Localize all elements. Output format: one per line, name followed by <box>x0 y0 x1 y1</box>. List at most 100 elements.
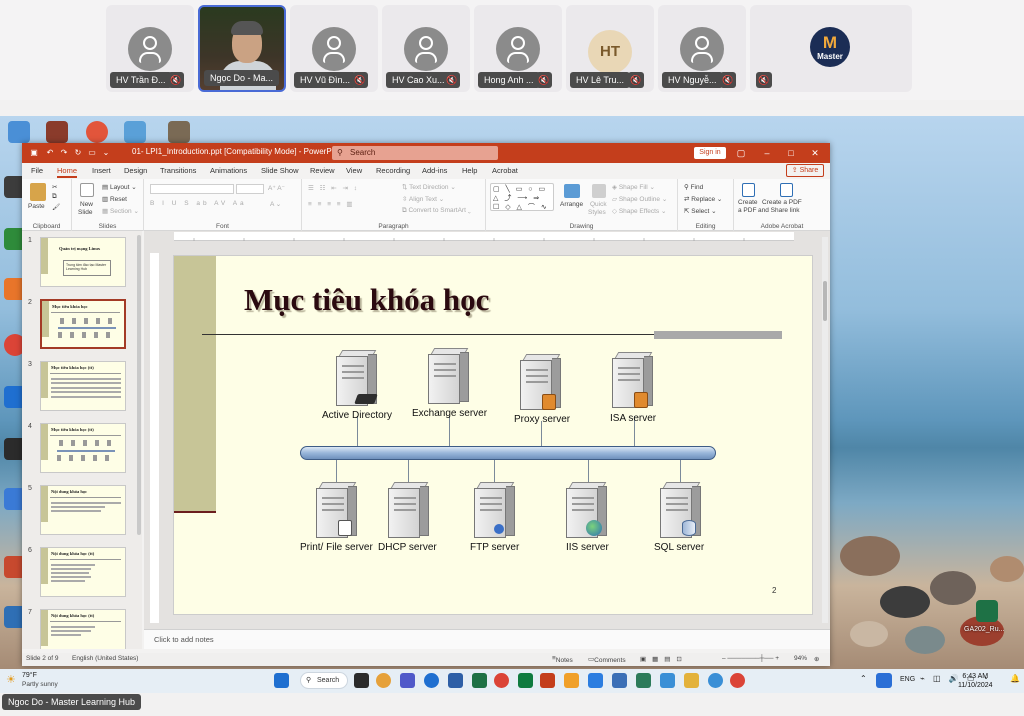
participant-tile[interactable]: HV Nguyễ... 🔇 <box>658 5 746 92</box>
shape-outline-button[interactable]: ▱ Shape Outline ⌄ <box>612 195 667 203</box>
word-icon[interactable] <box>448 673 463 688</box>
create-pdf-icon[interactable] <box>742 183 755 197</box>
cut-icon[interactable]: ✂ <box>52 183 57 191</box>
tab-file[interactable]: File <box>31 166 43 175</box>
excel-icon[interactable] <box>472 673 487 688</box>
chrome-icon[interactable] <box>730 673 745 688</box>
tab-transitions[interactable]: Transitions <box>160 166 196 175</box>
shapes-gallery[interactable]: ▢ ╲ ▭ ○ ▭ △ ⤴ ⟶ ⇒ ☐ ◇ △ ⌒ ∿ { } ☆ <box>490 183 554 211</box>
list-buttons[interactable]: ☰ ☷ ⇤ ⇥ ↕ <box>308 184 359 192</box>
ribbon-display-icon[interactable]: ▢ <box>734 146 748 160</box>
app-icon[interactable] <box>708 673 723 688</box>
tab-recording[interactable]: Recording <box>376 166 410 175</box>
shape-fill-button[interactable]: ◈ Shape Fill ⌄ <box>612 183 655 191</box>
teams-icon[interactable] <box>400 673 415 688</box>
quick-styles-button[interactable]: Styles <box>588 209 606 216</box>
view-buttons[interactable]: ▣▦▤⊡ <box>640 655 688 663</box>
slide-thumbnail[interactable]: Quản trị mạng Linux Trung tâm đào tạo Ma… <box>40 237 126 287</box>
taskbar-search[interactable]: ⚲ Search <box>300 672 348 689</box>
network-icon[interactable] <box>124 121 146 143</box>
chrome-icon[interactable] <box>494 673 509 688</box>
powerpoint-icon[interactable] <box>540 673 555 688</box>
app-icon[interactable] <box>86 121 108 143</box>
excel-file-icon[interactable] <box>976 600 998 622</box>
participant-tile[interactable]: HT HV Lê Tru... 🔇 <box>566 5 654 92</box>
tray-overflow-icon[interactable]: ⌃ <box>860 674 867 683</box>
select-button[interactable]: ⇱ Select ⌄ <box>684 207 717 215</box>
customize-icon[interactable]: ⌄ <box>100 147 112 159</box>
tab-insert[interactable]: Insert <box>92 166 111 175</box>
app-icon[interactable] <box>376 673 391 688</box>
maximize-icon[interactable]: □ <box>784 146 798 160</box>
fit-slide-icon[interactable]: ⊕ <box>814 655 819 663</box>
task-view-icon[interactable] <box>354 673 369 688</box>
app-icon[interactable] <box>564 673 579 688</box>
app-icon[interactable] <box>612 673 627 688</box>
create-share-icon[interactable] <box>780 183 793 197</box>
slide-thumbnail[interactable]: Nội dung khóa học (tt) <box>40 609 126 649</box>
sign-in-button[interactable]: Sign in <box>694 147 726 159</box>
save-icon[interactable]: ▣ <box>28 147 40 159</box>
font-color-icon[interactable]: A ⌄ <box>270 200 281 208</box>
shape-effects-button[interactable]: ◇ Shape Effects ⌄ <box>612 207 666 215</box>
tab-animations[interactable]: Animations <box>210 166 247 175</box>
font-size-select[interactable] <box>236 184 264 194</box>
present-icon[interactable]: ▭ <box>86 147 98 159</box>
slide-thumbnail[interactable]: Nội dung khóa học (tt) <box>40 547 126 597</box>
participant-tile[interactable]: HV Vũ Đìn... 🔇 <box>290 5 378 92</box>
edge-icon[interactable] <box>424 673 439 688</box>
current-slide[interactable]: Mục tiêu khóa học Active Directory Excha… <box>173 255 813 615</box>
vscode-icon[interactable] <box>588 673 603 688</box>
clock[interactable]: 6:43 AM 11/10/2024 <box>958 672 993 690</box>
search-box[interactable]: ⚲ Search <box>332 146 498 160</box>
share-button[interactable]: ⇪ Share <box>786 164 824 177</box>
participant-tile[interactable]: Hong Anh ... 🔇 <box>474 5 562 92</box>
font-format-buttons[interactable]: B I U S ab AV Aa <box>150 200 247 207</box>
file-explorer-icon[interactable] <box>684 673 699 688</box>
slide-thumbnail[interactable]: Mục tiêu khóa học (tt) <box>40 361 126 411</box>
align-text-button[interactable]: ⇳ Align Text ⌄ <box>402 195 444 203</box>
paste-icon[interactable] <box>30 183 46 201</box>
start-icon[interactable] <box>274 673 289 688</box>
editor-scrollbar[interactable] <box>822 237 828 623</box>
zoom-slider[interactable]: – ───────┼── + <box>722 655 779 662</box>
thumbnail-scrollbar[interactable] <box>137 235 141 535</box>
grow-font-icon[interactable]: A⁺ A⁻ <box>268 184 285 192</box>
notes-pane[interactable]: Click to add notes <box>144 629 830 649</box>
convert-smartart-button[interactable]: ⧉ Convert to SmartArt ⌄ <box>402 207 471 215</box>
zoom-level[interactable]: 94% <box>794 655 807 662</box>
app-icon[interactable] <box>168 121 190 143</box>
create-share-button[interactable]: and Share link <box>758 207 800 214</box>
refresh-icon[interactable]: ↻ <box>72 147 84 159</box>
tab-review[interactable]: Review <box>310 166 335 175</box>
arrange-icon[interactable] <box>564 184 580 198</box>
notes-button[interactable]: ≡ Notes <box>552 655 573 664</box>
paste-button[interactable]: Paste <box>28 203 45 210</box>
new-slide-icon[interactable] <box>80 183 94 197</box>
format-painter-icon[interactable]: 🖌 <box>52 203 60 211</box>
recycle-bin-icon[interactable] <box>8 121 30 143</box>
microphone-icon[interactable] <box>876 673 892 688</box>
font-name-select[interactable] <box>150 184 234 194</box>
app-icon[interactable] <box>636 673 651 688</box>
tab-view[interactable]: View <box>346 166 362 175</box>
text-direction-button[interactable]: ⇅ Text Direction ⌄ <box>402 183 456 191</box>
redo-icon[interactable]: ↷ <box>58 147 70 159</box>
tab-help[interactable]: Help <box>462 166 477 175</box>
slide-thumbnail-selected[interactable]: Mục tiêu khóa học <box>40 299 126 349</box>
arrange-button[interactable]: Arrange <box>560 201 583 208</box>
app-icon[interactable] <box>518 673 533 688</box>
find-button[interactable]: ⚲ Find <box>684 183 703 191</box>
tab-add-ins[interactable]: Add-ins <box>422 166 447 175</box>
tab-acrobat[interactable]: Acrobat <box>492 166 518 175</box>
layout-button[interactable]: ▤ Layout ⌄ <box>102 183 137 191</box>
slide-thumbnail[interactable]: Mục tiêu khóa học (tt) <box>40 423 126 473</box>
language-indicator[interactable]: ENG <box>900 676 915 683</box>
close-icon[interactable]: ✕ <box>808 146 822 160</box>
language-status[interactable]: English (United States) <box>72 655 138 662</box>
comments-button[interactable]: ▭ Comments <box>588 655 626 664</box>
participant-tile[interactable]: M Master 🔇 <box>750 5 912 92</box>
app-icon[interactable] <box>660 673 675 688</box>
winrar-icon[interactable] <box>46 121 68 143</box>
undo-icon[interactable]: ↶ <box>44 147 56 159</box>
